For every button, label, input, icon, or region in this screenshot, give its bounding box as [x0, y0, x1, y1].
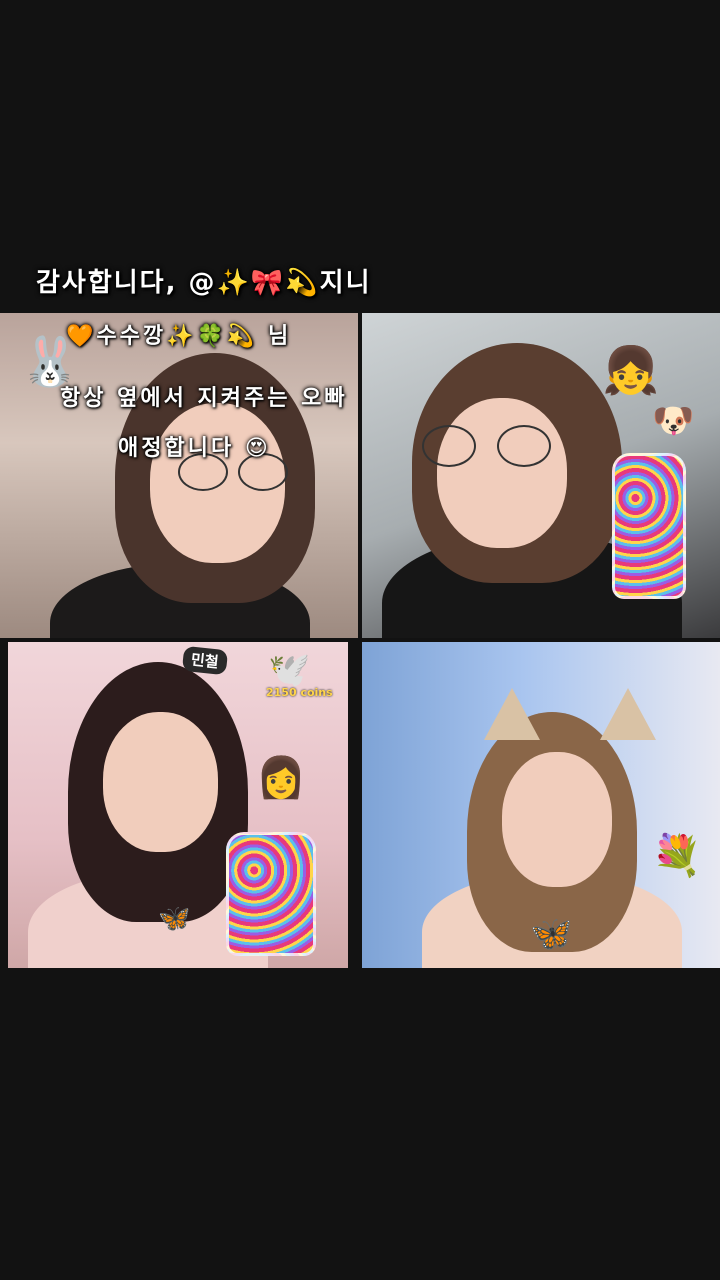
message-line-1: 항상 옆에서 지켜주는 오빠 — [60, 386, 348, 411]
butterfly-sticker-icon: 🦋 — [158, 904, 191, 934]
glasses-icon — [422, 425, 476, 467]
tile-bottom-right[interactable]: 🦋 💐 — [362, 642, 720, 968]
message-line-2: 애정합니다 😍 — [118, 436, 271, 461]
streamer-face — [502, 752, 612, 887]
cat-ear-right-icon — [600, 688, 656, 740]
coin-count: 2150 coins — [266, 686, 333, 699]
candy-jar-gift-icon — [226, 832, 316, 956]
tile-top-left[interactable]: 🐰 — [0, 313, 358, 638]
girl-doll-sticker-icon: 👧 — [602, 343, 660, 397]
thanks-caption: 감사합니다, @✨🎀💫지니 — [36, 268, 372, 298]
glasses-icon — [497, 425, 551, 467]
tile-bottom-left[interactable]: 민철 🕊️ 2150 coins 👩 🦋 — [8, 642, 348, 968]
candy-jar-gift-icon — [612, 453, 686, 599]
cat-ear-left-icon — [484, 688, 540, 740]
woman-doll-sticker-icon: 👩 — [256, 755, 306, 801]
puppy-sticker-icon: 🐶 — [652, 401, 695, 441]
gift-sender-line: 🧡수수깡✨🍀💫 님 — [66, 324, 292, 349]
butterfly-sticker-icon: 🦋 — [530, 914, 573, 954]
streamer-face — [103, 712, 218, 852]
name-badge: 민철 — [181, 645, 228, 676]
tile-top-right[interactable]: 👧 🐶 — [362, 313, 720, 638]
streamer-face — [437, 398, 567, 548]
flower-bouquet-icon: 💐 — [652, 833, 702, 879]
bird-gift-icon: 🕊️ — [268, 650, 311, 690]
